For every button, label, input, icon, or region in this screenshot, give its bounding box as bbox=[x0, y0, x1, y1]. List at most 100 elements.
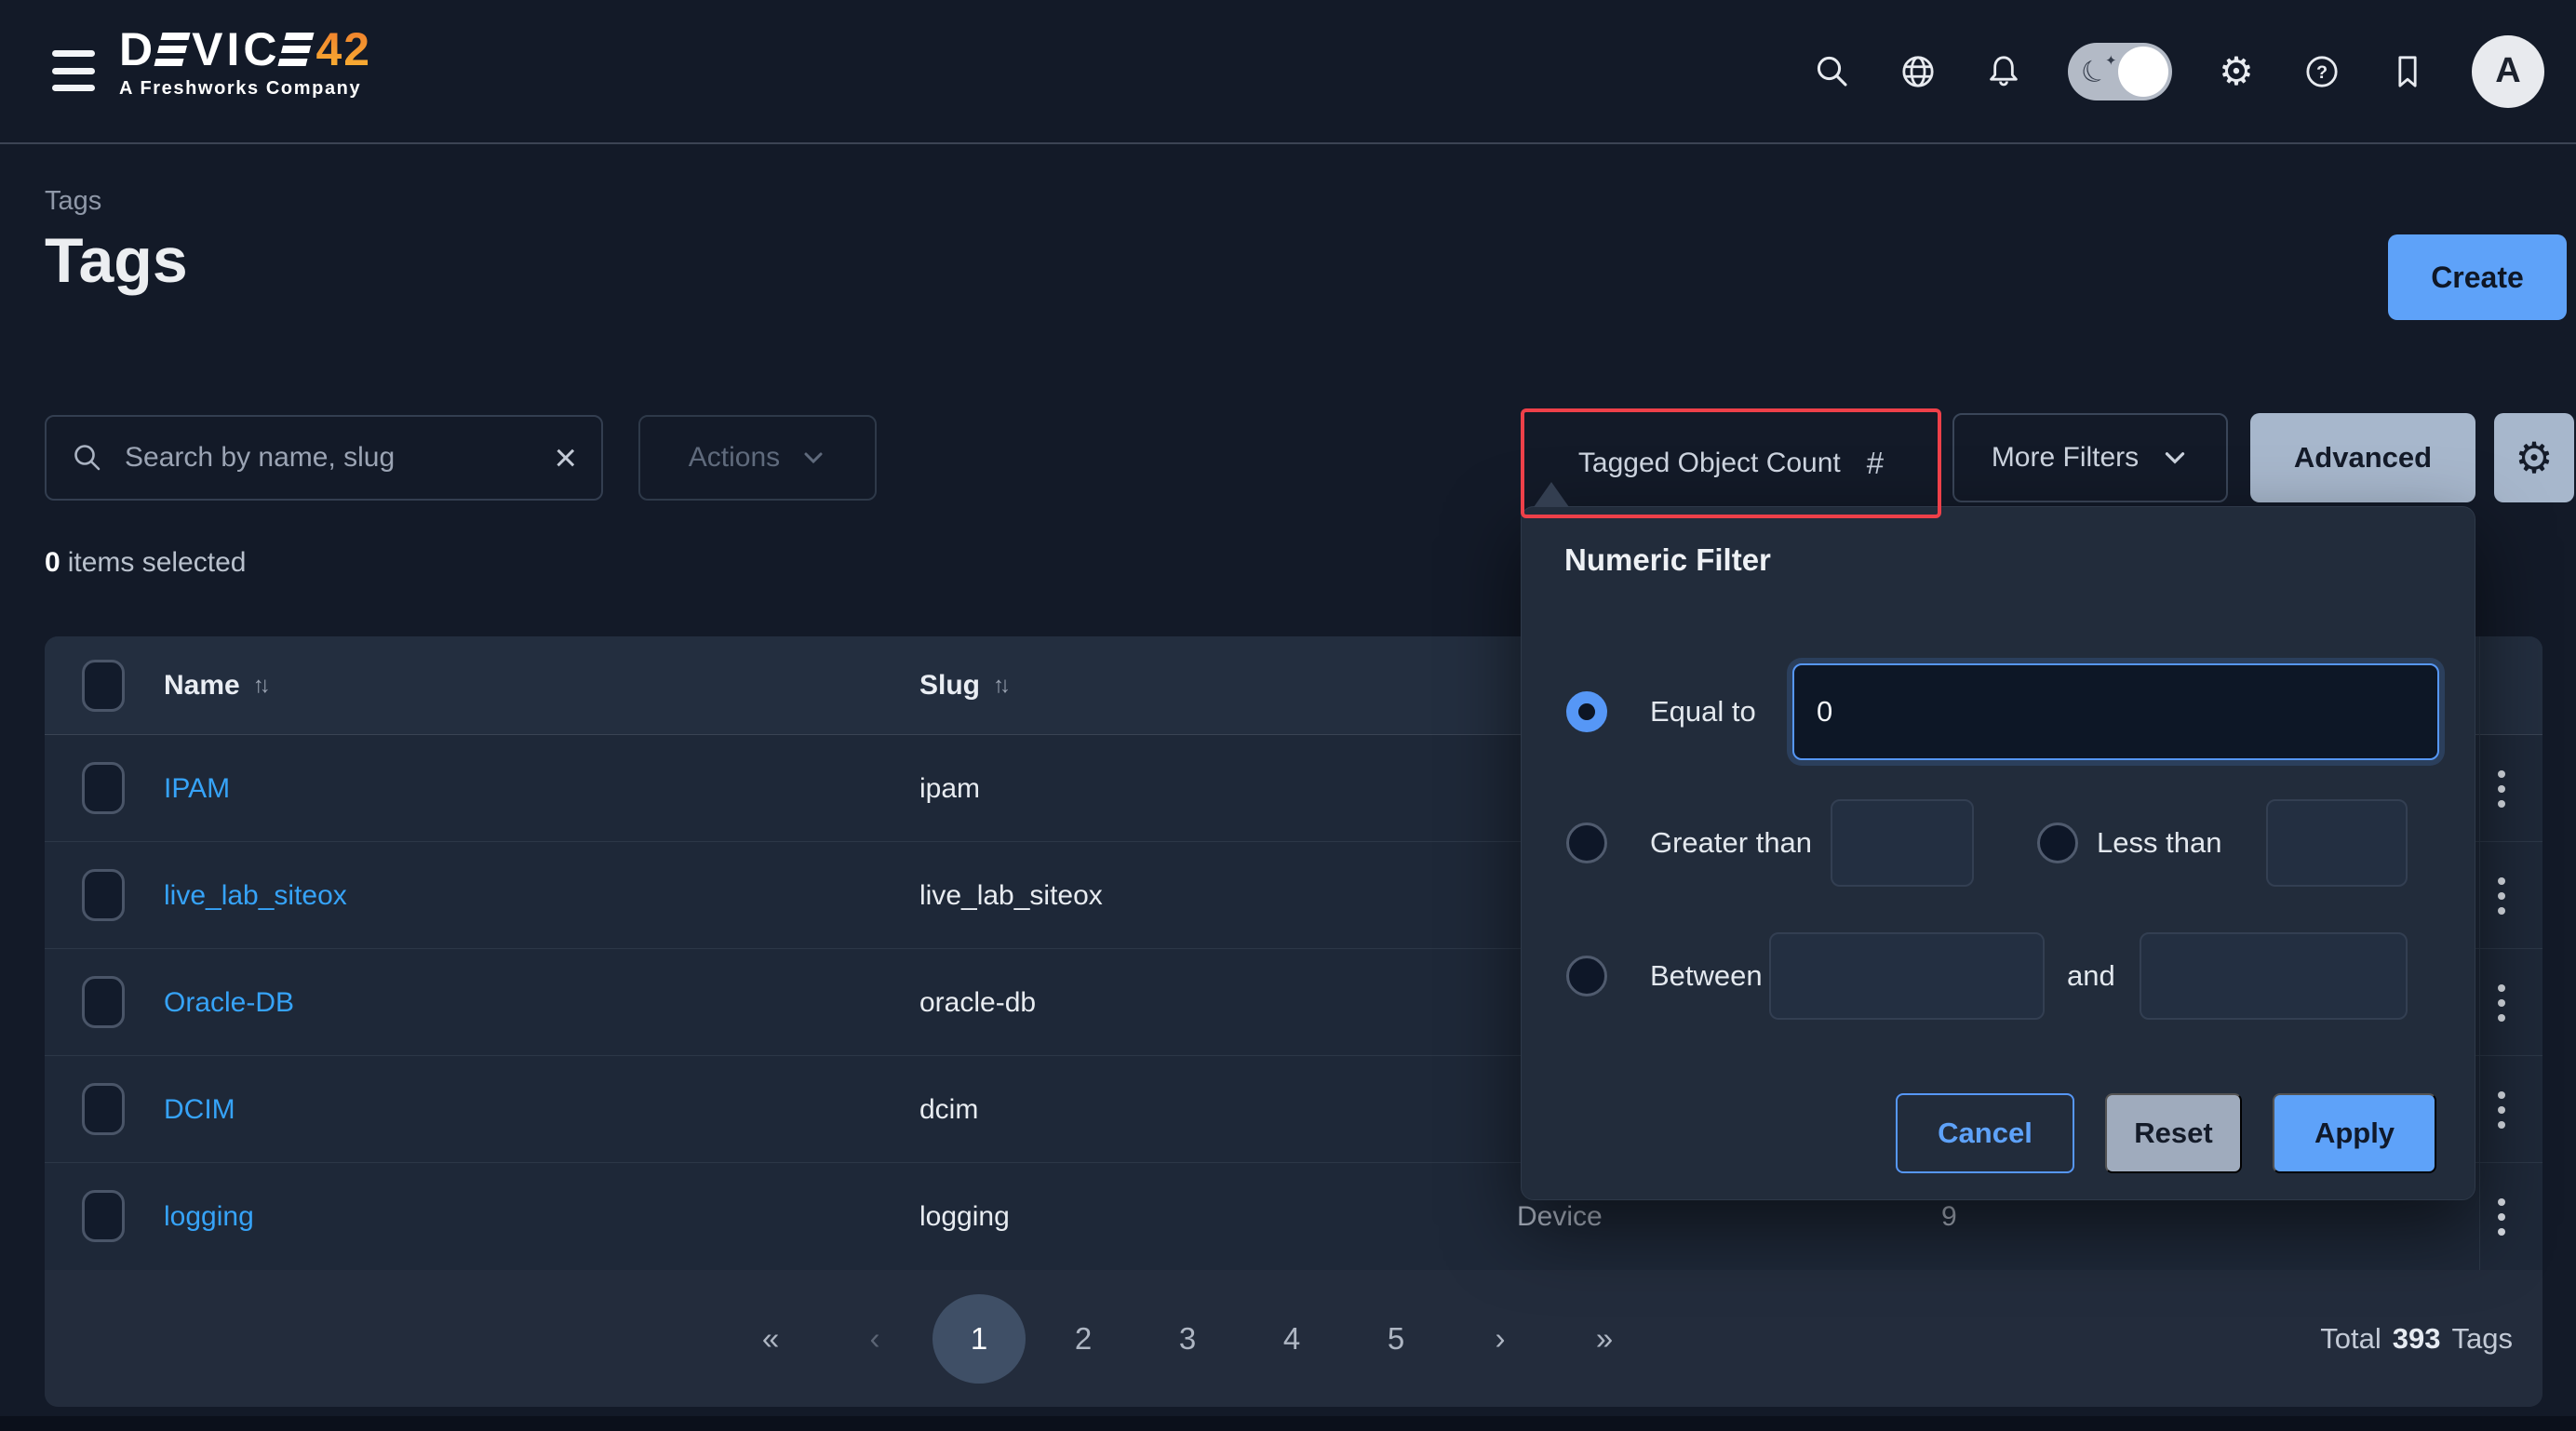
more-filters-dropdown[interactable]: More Filters bbox=[1952, 413, 2228, 502]
tagged-filter-label: Tagged Object Count bbox=[1578, 448, 1841, 479]
total-count-text: Total393Tags bbox=[2320, 1270, 2513, 1407]
tagged-object-count-filter-button[interactable]: Tagged Object Count # bbox=[1521, 408, 1941, 518]
greater-than-label: Greater than bbox=[1650, 822, 1812, 863]
gear-icon: ⚙ bbox=[2515, 436, 2553, 479]
pagination-last[interactable]: » bbox=[1558, 1294, 1651, 1384]
between-label: Between bbox=[1650, 956, 1763, 996]
globe-icon[interactable] bbox=[1897, 50, 1939, 93]
and-label: and bbox=[2067, 956, 2115, 996]
sparkle-icon: ✦ bbox=[2105, 52, 2117, 69]
row-actions-kebab-icon[interactable] bbox=[2481, 735, 2522, 842]
search-icon bbox=[71, 441, 104, 475]
tag-name-link[interactable]: IPAM bbox=[164, 773, 230, 805]
pagination-page-2[interactable]: 2 bbox=[1037, 1294, 1130, 1384]
bottom-strip bbox=[0, 1416, 2576, 1431]
items-selected-text: 0items selected bbox=[45, 547, 246, 579]
search-box: × bbox=[45, 415, 603, 501]
pagination-page-3[interactable]: 3 bbox=[1141, 1294, 1234, 1384]
table-settings-button[interactable]: ⚙ bbox=[2494, 413, 2574, 502]
hamburger-menu-icon[interactable] bbox=[52, 50, 95, 91]
help-icon[interactable]: ? bbox=[2301, 50, 2343, 93]
column-header-slug[interactable]: Slug↑↓ bbox=[919, 636, 1006, 735]
advanced-button[interactable]: Advanced bbox=[2250, 413, 2475, 502]
sort-icon: ↑↓ bbox=[993, 673, 1006, 699]
sort-icon: ↑↓ bbox=[253, 673, 266, 699]
tag-name-link[interactable]: logging bbox=[164, 1201, 254, 1233]
between-min-input[interactable] bbox=[1769, 932, 2045, 1020]
tag-slug: live_lab_siteox bbox=[919, 842, 1103, 949]
pagination: « ‹ 1 2 3 4 5 › » bbox=[724, 1270, 1651, 1407]
pagination-prev[interactable]: ‹ bbox=[828, 1294, 921, 1384]
row-checkbox[interactable] bbox=[82, 976, 125, 1028]
row-actions-kebab-icon[interactable] bbox=[2481, 1056, 2522, 1163]
between-radio[interactable] bbox=[1566, 956, 1607, 996]
bell-icon[interactable] bbox=[1982, 50, 2025, 93]
brand-letter: C bbox=[243, 26, 280, 73]
svg-text:?: ? bbox=[2316, 62, 2328, 83]
actions-dropdown[interactable]: Actions bbox=[638, 415, 877, 501]
top-navbar: DVIC42 A Freshworks Company ☾ ✦ ⚙ ? A bbox=[0, 0, 2576, 144]
table-footer: « ‹ 1 2 3 4 5 › » Total393Tags bbox=[45, 1270, 2542, 1407]
apply-button[interactable]: Apply bbox=[2273, 1093, 2436, 1173]
row-actions-kebab-icon[interactable] bbox=[2481, 842, 2522, 949]
bookmark-icon[interactable] bbox=[2386, 50, 2429, 93]
brand-letter: D bbox=[119, 26, 156, 73]
select-all-checkbox[interactable] bbox=[82, 660, 125, 712]
less-than-radio[interactable] bbox=[2037, 822, 2078, 863]
clear-search-icon[interactable]: × bbox=[554, 438, 577, 477]
brand-e-glyph bbox=[278, 33, 315, 66]
less-than-input[interactable] bbox=[2266, 799, 2408, 887]
tag-name-link[interactable]: DCIM bbox=[164, 1094, 235, 1126]
greater-than-input[interactable] bbox=[1831, 799, 1974, 887]
more-filters-label: More Filters bbox=[1992, 442, 2139, 474]
pagination-page-4[interactable]: 4 bbox=[1245, 1294, 1338, 1384]
tag-slug: logging bbox=[919, 1163, 1010, 1270]
numeric-filter-popup: Numeric Filter Equal to Greater than Les… bbox=[1521, 506, 2475, 1200]
brand-letter: V bbox=[192, 26, 226, 73]
greater-than-radio[interactable] bbox=[1566, 822, 1607, 863]
page-title: Tags bbox=[45, 229, 188, 292]
reset-button[interactable]: Reset bbox=[2105, 1093, 2242, 1173]
pagination-page-1[interactable]: 1 bbox=[932, 1294, 1026, 1384]
breadcrumb: Tags bbox=[45, 186, 101, 217]
brand-wordmark: DVIC 42 bbox=[119, 26, 371, 73]
tag-name-link[interactable]: Oracle-DB bbox=[164, 987, 294, 1019]
row-actions-kebab-icon[interactable] bbox=[2481, 1163, 2522, 1270]
between-max-input[interactable] bbox=[2140, 932, 2408, 1020]
equal-to-radio[interactable] bbox=[1566, 691, 1607, 732]
numeric-hash-icon: # bbox=[1867, 446, 1884, 481]
gear-icon[interactable]: ⚙ bbox=[2215, 50, 2258, 93]
avatar-initial: A bbox=[2495, 51, 2520, 91]
search-input[interactable] bbox=[123, 441, 554, 475]
create-button[interactable]: Create bbox=[2388, 234, 2567, 320]
pagination-next[interactable]: › bbox=[1454, 1294, 1547, 1384]
search-icon[interactable] bbox=[1811, 50, 1854, 93]
row-checkbox[interactable] bbox=[82, 1083, 125, 1135]
avatar[interactable]: A bbox=[2472, 35, 2544, 108]
navbar-icons: ☾ ✦ ⚙ ? A bbox=[1811, 0, 2544, 142]
row-checkbox[interactable] bbox=[82, 762, 125, 814]
actions-column-divider bbox=[2479, 636, 2480, 1270]
column-header-name[interactable]: Name↑↓ bbox=[164, 636, 266, 735]
tag-slug: ipam bbox=[919, 735, 980, 842]
actions-label: Actions bbox=[689, 442, 780, 474]
row-checkbox[interactable] bbox=[82, 1190, 125, 1242]
chevron-down-icon bbox=[2161, 444, 2189, 472]
pagination-page-5[interactable]: 5 bbox=[1349, 1294, 1442, 1384]
tag-slug: oracle-db bbox=[919, 949, 1036, 1056]
pagination-first[interactable]: « bbox=[724, 1294, 817, 1384]
equal-to-input[interactable] bbox=[1792, 663, 2439, 760]
dark-mode-toggle[interactable]: ☾ ✦ bbox=[2068, 43, 2172, 100]
tag-slug: dcim bbox=[919, 1056, 978, 1163]
toggle-knob bbox=[2118, 47, 2168, 97]
less-than-label: Less than bbox=[2097, 822, 2221, 863]
selected-count: 0 bbox=[45, 547, 60, 578]
tag-name-link[interactable]: live_lab_siteox bbox=[164, 880, 347, 912]
cancel-button[interactable]: Cancel bbox=[1896, 1093, 2074, 1173]
brand-number: 42 bbox=[315, 26, 371, 73]
row-checkbox[interactable] bbox=[82, 869, 125, 921]
row-actions-kebab-icon[interactable] bbox=[2481, 949, 2522, 1056]
total-count: 393 bbox=[2393, 1322, 2441, 1356]
popup-title: Numeric Filter bbox=[1564, 542, 1771, 578]
brand-letter: I bbox=[226, 26, 243, 73]
